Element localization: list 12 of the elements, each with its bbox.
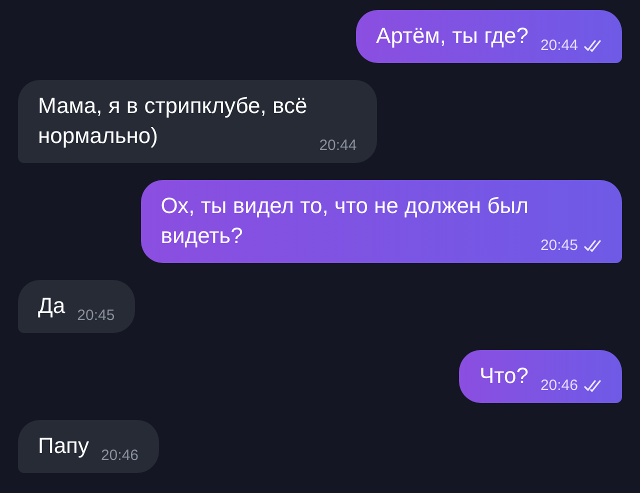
message-time: 20:45 [540, 237, 578, 254]
message-text: Что? [479, 362, 528, 390]
message-time: 20:46 [540, 377, 578, 394]
message-time: 20:44 [319, 137, 357, 154]
message-time: 20:44 [540, 37, 578, 54]
message-text: Папу [38, 432, 89, 460]
message-text: Мама, я в стрипклубе, всё нормально) [38, 92, 308, 150]
message-time: 20:46 [100, 447, 139, 464]
message-time: 20:45 [77, 307, 115, 324]
message-text: Артём, ты где? [376, 22, 528, 50]
message-text: Да [38, 292, 66, 320]
message-text: Ох, ты видел то, что не должен был видеть? [160, 192, 528, 250]
